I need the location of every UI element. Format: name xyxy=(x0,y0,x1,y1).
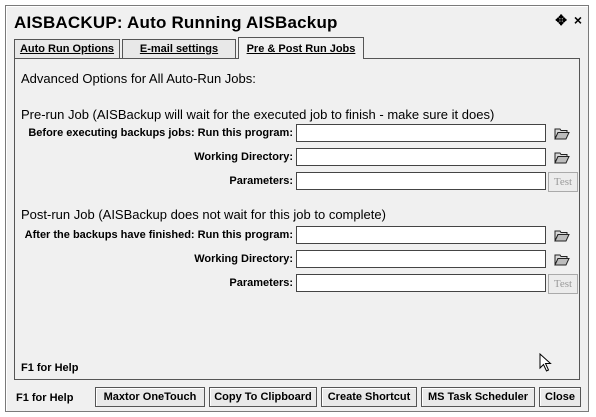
post-run-program-label: After the backups have finished: Run thi… xyxy=(24,229,293,241)
copy-to-clipboard-button[interactable]: Copy To Clipboard xyxy=(209,387,317,407)
maxtor-onetouch-button[interactable]: Maxtor OneTouch xyxy=(95,387,205,407)
pre-run-test-button[interactable]: Test xyxy=(548,172,578,192)
aisbackup-window: AISBACKUP: Auto Running AISBackup ✥ × Au… xyxy=(5,5,589,412)
post-run-params-label: Parameters: xyxy=(229,277,293,289)
pre-run-params-input[interactable] xyxy=(296,172,546,190)
pre-run-program-label: Before executing backups jobs: Run this … xyxy=(28,127,293,139)
ms-task-scheduler-button[interactable]: MS Task Scheduler xyxy=(421,387,535,407)
post-run-workdir-label: Working Directory: xyxy=(194,253,293,265)
pre-run-params-label: Parameters: xyxy=(229,175,293,187)
title-bar[interactable]: AISBACKUP: Auto Running AISBackup ✥ × xyxy=(6,6,588,36)
post-run-program-input[interactable] xyxy=(296,226,546,244)
bottom-button-bar: F1 for Help Maxtor OneTouch Copy To Clip… xyxy=(6,384,588,410)
pre-run-workdir-browse-button[interactable] xyxy=(551,148,573,166)
title-controls: ✥ × xyxy=(552,12,582,29)
folder-open-icon xyxy=(554,230,570,241)
pre-run-heading: Pre-run Job (AISBackup will wait for the… xyxy=(21,107,495,122)
pre-run-program-input[interactable] xyxy=(296,124,546,142)
window-title: AISBACKUP: Auto Running AISBackup xyxy=(14,13,338,32)
post-run-program-browse-button[interactable] xyxy=(551,226,573,244)
panel-help-text: F1 for Help xyxy=(21,362,79,374)
post-run-workdir-input[interactable] xyxy=(296,250,546,268)
tab-pre-post-run-jobs[interactable]: Pre & Post Run Jobs xyxy=(238,37,364,59)
post-run-params-input[interactable] xyxy=(296,274,546,292)
pre-run-workdir-label: Working Directory: xyxy=(194,151,293,163)
close-button[interactable]: Close xyxy=(539,387,581,407)
pre-run-program-browse-button[interactable] xyxy=(551,124,573,142)
tab-email-settings[interactable]: E-mail settings xyxy=(122,39,236,58)
tab-panel: Advanced Options for All Auto-Run Jobs: … xyxy=(14,58,580,380)
advanced-options-heading: Advanced Options for All Auto-Run Jobs: xyxy=(21,71,256,86)
mouse-pointer-icon xyxy=(539,353,552,372)
close-icon[interactable]: × xyxy=(574,12,582,28)
tab-auto-run-options[interactable]: Auto Run Options xyxy=(14,39,120,58)
post-run-heading: Post-run Job (AISBackup does not wait fo… xyxy=(21,207,386,222)
post-run-test-button[interactable]: Test xyxy=(548,274,578,294)
bottom-help-text: F1 for Help xyxy=(16,392,74,404)
folder-open-icon xyxy=(554,128,570,139)
folder-open-icon xyxy=(554,152,570,163)
move-icon[interactable]: ✥ xyxy=(555,12,567,28)
pre-run-workdir-input[interactable] xyxy=(296,148,546,166)
create-shortcut-button[interactable]: Create Shortcut xyxy=(321,387,417,407)
post-run-workdir-browse-button[interactable] xyxy=(551,250,573,268)
folder-open-icon xyxy=(554,254,570,265)
